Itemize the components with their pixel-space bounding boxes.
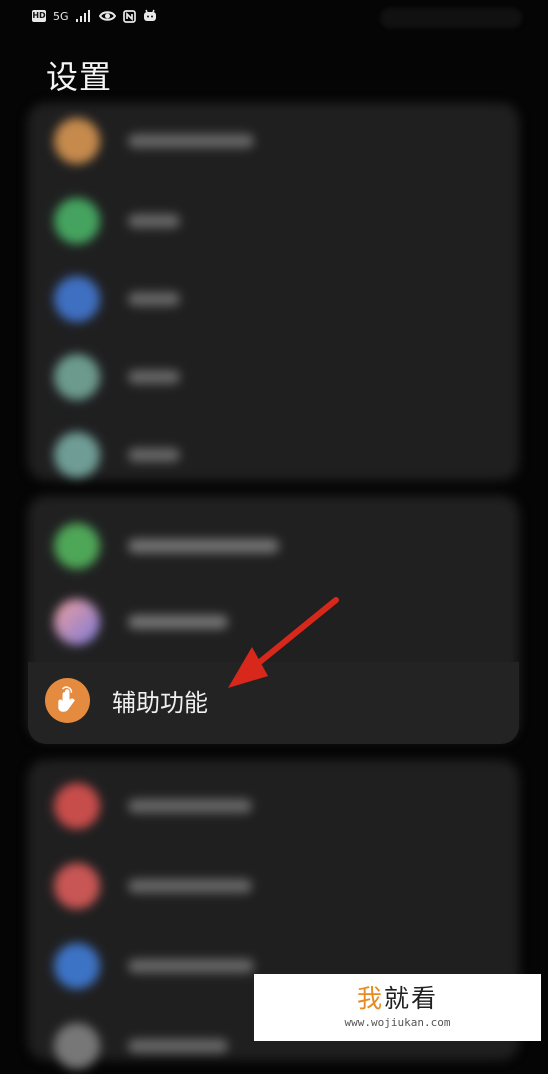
network-type: 5G	[53, 9, 69, 23]
blurred-red-icon	[54, 863, 100, 909]
blurred-mint-icon	[54, 432, 100, 478]
blurred-setting-item[interactable]	[42, 269, 502, 327]
red-annotation-arrow	[228, 597, 339, 688]
blurred-teal-icon	[54, 354, 100, 400]
watermark-logo: 我就看 www.wojiukan.com	[254, 974, 541, 1041]
blurred-setting-item[interactable]	[42, 191, 502, 249]
touch-hand-icon	[45, 678, 90, 723]
blurred-green-icon	[54, 523, 100, 569]
blurred-setting-item[interactable]	[42, 856, 502, 914]
blurred-orange-icon	[54, 118, 100, 164]
status-icons: HD 5G	[32, 9, 157, 23]
blurred-red-icon	[54, 783, 100, 829]
blurred-setting-item[interactable]	[42, 776, 502, 834]
signal-icon	[75, 10, 92, 22]
watermark-title-accent: 我	[356, 984, 384, 1013]
blurred-colorful-icon	[54, 599, 100, 645]
blurred-blue-icon	[54, 943, 100, 989]
blurred-label	[128, 1039, 228, 1053]
blurred-label	[128, 959, 254, 973]
settings-group-top	[28, 103, 519, 480]
watermark-title: 我就看	[357, 986, 438, 1011]
blurred-label	[128, 292, 180, 306]
notification-icon	[143, 9, 157, 23]
status-bar: HD 5G	[0, 0, 548, 34]
blurred-label	[128, 134, 254, 148]
blurred-label	[128, 799, 252, 813]
status-right-blurred	[380, 8, 522, 28]
blurred-setting-item[interactable]	[42, 516, 502, 574]
accessibility-label: 辅助功能	[112, 689, 208, 717]
page-title: 设置	[46, 58, 113, 96]
blurred-green-icon	[54, 198, 100, 244]
blurred-label	[128, 448, 180, 462]
hd-badge: HD	[32, 10, 46, 22]
watermark-url: www.wojiukan.com	[344, 1016, 451, 1029]
blurred-label	[128, 539, 279, 553]
blurred-label	[128, 370, 180, 384]
blurred-setting-item[interactable]	[42, 347, 502, 405]
eye-icon	[98, 10, 116, 22]
blurred-label	[128, 214, 180, 228]
nfc-icon	[122, 9, 136, 23]
blurred-setting-item[interactable]	[42, 111, 502, 169]
watermark-title-rest: 就看	[384, 984, 439, 1013]
blurred-settings-list	[0, 0, 548, 1069]
blurred-setting-item[interactable]	[42, 425, 502, 483]
blurred-blue-icon	[54, 276, 100, 322]
blurred-gray-icon	[54, 1023, 100, 1069]
blurred-label	[128, 879, 252, 893]
